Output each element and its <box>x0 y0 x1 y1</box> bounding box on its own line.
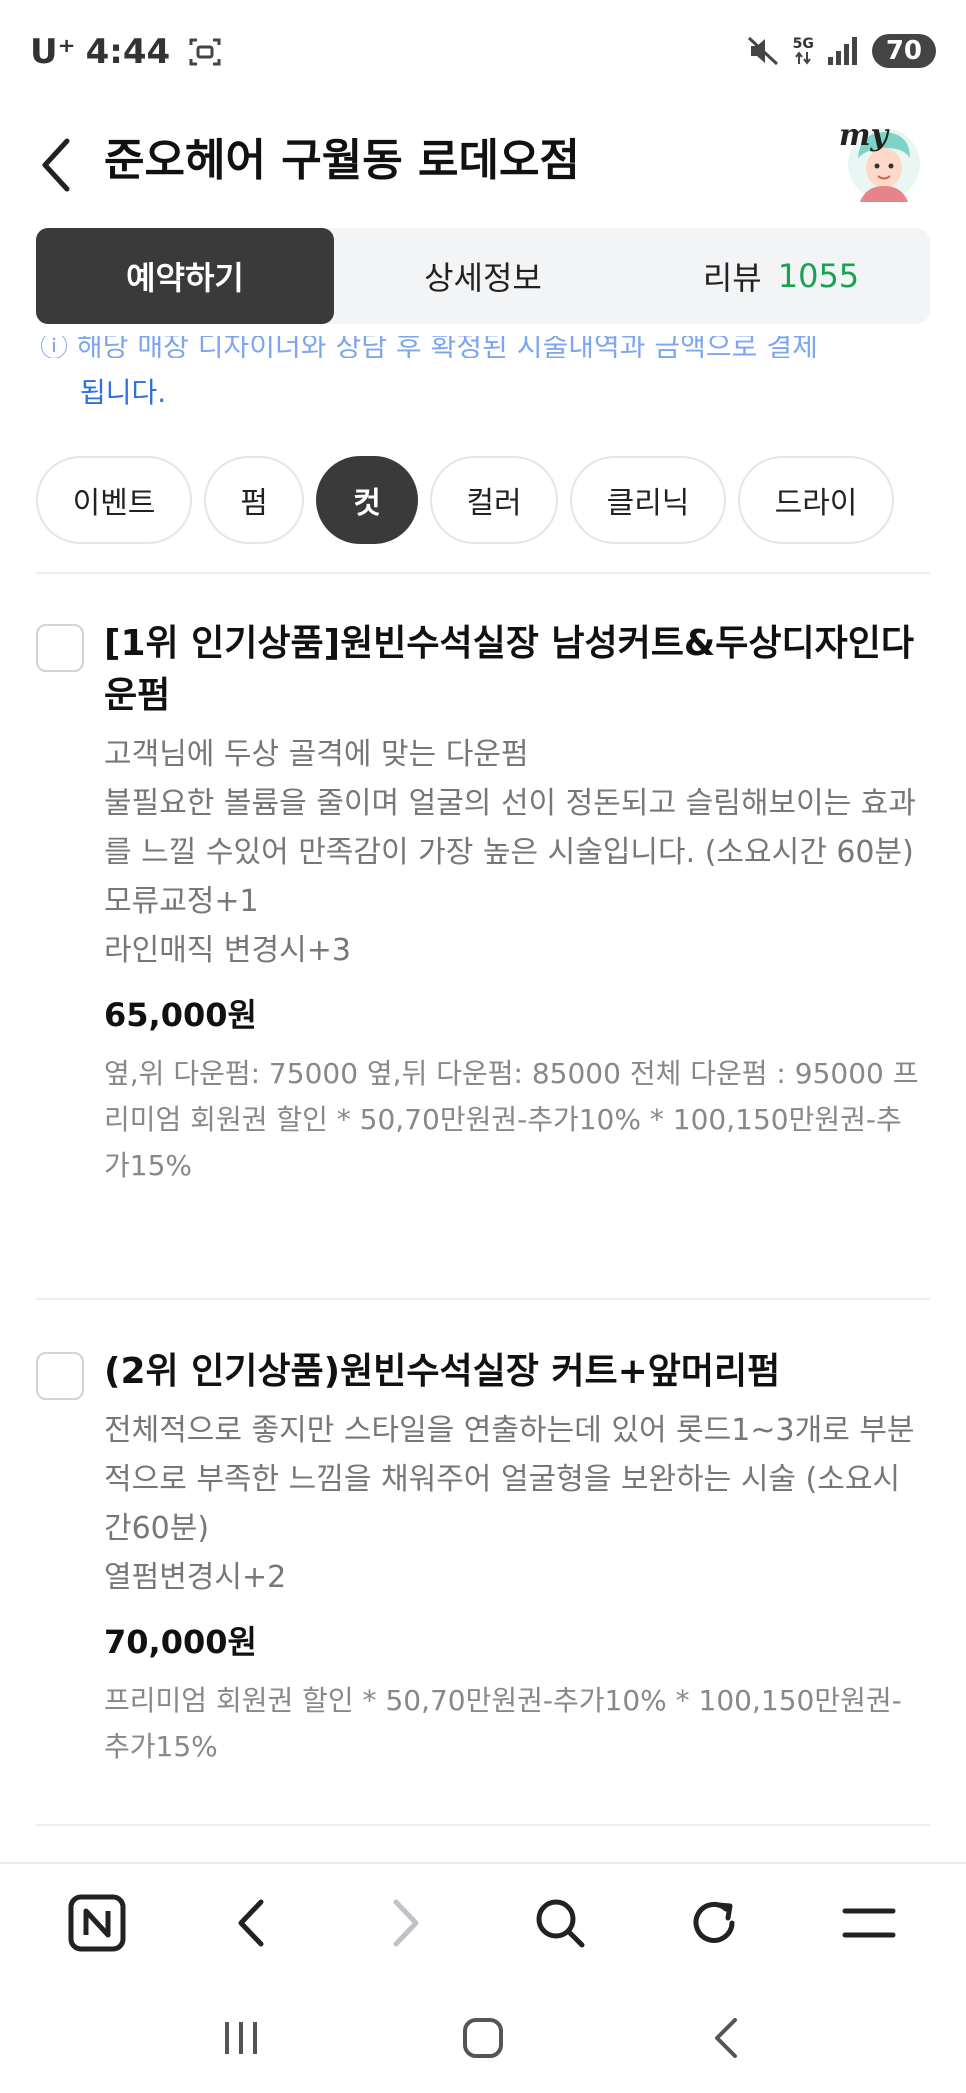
back-button[interactable] <box>34 130 78 200</box>
chip-clinic[interactable]: 클리닉 <box>570 456 726 544</box>
chip-label: 이벤트 <box>72 486 156 521</box>
browser-search-button[interactable] <box>520 1883 600 1963</box>
chip-label: 펌 <box>240 486 268 521</box>
my-label: my <box>838 118 888 153</box>
status-bar: U⁺ 4:44 5G 70 <box>0 0 966 110</box>
review-count: 1055 <box>777 257 860 295</box>
chip-label: 컬러 <box>466 486 522 521</box>
carrier-label: U⁺ <box>30 32 76 72</box>
segmented-tabs: 예약하기 상세정보 리뷰 1055 <box>36 228 930 324</box>
network-label: 5G <box>792 36 814 52</box>
item-title: (2위 인기상품)원빈수석실장 커트+앞머리펌 <box>104 1351 781 1392</box>
chip-perm[interactable]: 펌 <box>204 456 304 544</box>
system-back-icon <box>715 2017 737 2058</box>
recent-apps-icon <box>225 2021 257 2054</box>
item-description: 고객님에 두상 골격에 맞는 다운펌 불필요한 볼륨을 줄이며 얼굴의 선이 정… <box>104 730 924 975</box>
description-line: 전체적으로 좋지만 스타일을 연출하는데 있어 롯드1~3개로 부분적으로 부족… <box>104 1413 915 1546</box>
chip-cut[interactable]: 컷 <box>316 456 418 544</box>
system-navigation <box>0 1982 966 2093</box>
header: 준오헤어 구월동 로데오점 my <box>0 110 966 230</box>
mute-icon <box>747 36 778 66</box>
chip-label: 드라이 <box>774 486 858 521</box>
search-icon <box>536 1899 585 1948</box>
divider <box>36 1298 930 1300</box>
chip-label: 컷 <box>353 486 381 521</box>
chip-label: 클리닉 <box>606 486 690 521</box>
item-price: 70,000원 <box>104 1623 257 1661</box>
notice-second-line: 됩니다. <box>80 376 167 409</box>
description-line: 불필요한 볼륨을 줄이며 얼굴의 선이 정돈되고 슬림해보이는 효과를 느낄 수… <box>104 786 916 870</box>
item-checkbox[interactable] <box>36 1352 84 1400</box>
back-arrow-icon <box>42 138 70 192</box>
item-price: 65,000원 <box>104 996 257 1034</box>
browser-back-button[interactable] <box>211 1883 291 1963</box>
page-title: 준오헤어 구월동 로데오점 <box>104 135 580 186</box>
notice-partial-line: ⓘ 해당 매장 디자이너와 상담 후 확정된 시술내역과 금액으로 결제 <box>40 336 818 358</box>
description-line: 모류교정+1 <box>104 884 259 919</box>
clock: 4:44 <box>85 32 171 72</box>
tab-details[interactable]: 상세정보 <box>334 228 632 324</box>
category-chips: 이벤트 펌 컷 컬러 클리닉 드라이 <box>36 456 894 544</box>
naver-home-icon <box>68 1894 126 1952</box>
menu-icon <box>842 1908 896 1938</box>
status-right: 5G 70 <box>745 34 936 68</box>
item-description: 전체적으로 좋지만 스타일을 연출하는데 있어 롯드1~3개로 부분적으로 부족… <box>104 1406 924 1602</box>
divider <box>36 1824 930 1826</box>
item-checkbox[interactable] <box>36 624 84 672</box>
price-notice: ⓘ 해당 매장 디자이너와 상담 후 확정된 시술내역과 금액으로 결제 됩니다… <box>40 336 920 426</box>
forward-icon <box>393 1899 419 1947</box>
signal-icon <box>827 37 857 65</box>
tab-reviews-label: 리뷰 <box>702 259 762 297</box>
item-note: 프리미엄 회원권 할인 * 50,70만원권-추가10% * 100,150만원… <box>104 1684 902 1763</box>
tab-reservation-label: 예약하기 <box>126 259 244 297</box>
description-line: 열펌변경시+2 <box>104 1560 287 1595</box>
description-line: 라인매직 변경시+3 <box>104 933 351 968</box>
divider <box>36 572 930 574</box>
data-arrows-icon <box>795 51 811 65</box>
browser-toolbar <box>0 1862 966 1982</box>
my-page-button[interactable]: my <box>839 118 926 202</box>
system-back-button[interactable] <box>690 2003 760 2073</box>
home-button[interactable] <box>448 2003 518 2073</box>
tab-reviews[interactable]: 리뷰 1055 <box>632 228 930 324</box>
browser-forward-button[interactable] <box>366 1883 446 1963</box>
recent-apps-button[interactable] <box>206 2003 276 2073</box>
browser-menu-button[interactable] <box>829 1883 909 1963</box>
description-line: 고객님에 두상 골격에 맞는 다운펌 <box>104 737 529 772</box>
browser-refresh-button[interactable] <box>674 1883 754 1963</box>
network-indicator: 5G <box>793 37 814 65</box>
item-body: [1위 인기상품]원빈수석실장 남성커트&두상디자인다운펌 고객님에 두상 골격… <box>104 618 924 1189</box>
refresh-icon <box>693 1901 735 1943</box>
item-title: [1위 인기상품]원빈수석실장 남성커트&두상디자인다운펌 <box>104 623 914 716</box>
battery-level: 70 <box>871 34 936 68</box>
item-body: (2위 인기상품)원빈수석실장 커트+앞머리펌 전체적으로 좋지만 스타일을 연… <box>104 1346 924 1770</box>
naver-home-button[interactable] <box>57 1883 137 1963</box>
screen-capture-icon <box>189 38 221 66</box>
home-icon <box>463 2017 503 2058</box>
status-left: U⁺ 4:44 <box>30 32 222 72</box>
chip-dry[interactable]: 드라이 <box>738 456 894 544</box>
tab-reservation[interactable]: 예약하기 <box>36 228 334 324</box>
chip-event[interactable]: 이벤트 <box>36 456 192 544</box>
tab-details-label: 상세정보 <box>424 259 542 297</box>
chip-color[interactable]: 컬러 <box>430 456 558 544</box>
item-note: 옆,위 다운펌: 75000 옆,뒤 다운펌: 85000 전체 다운펌 : 9… <box>104 1057 919 1182</box>
back-icon <box>238 1899 264 1947</box>
